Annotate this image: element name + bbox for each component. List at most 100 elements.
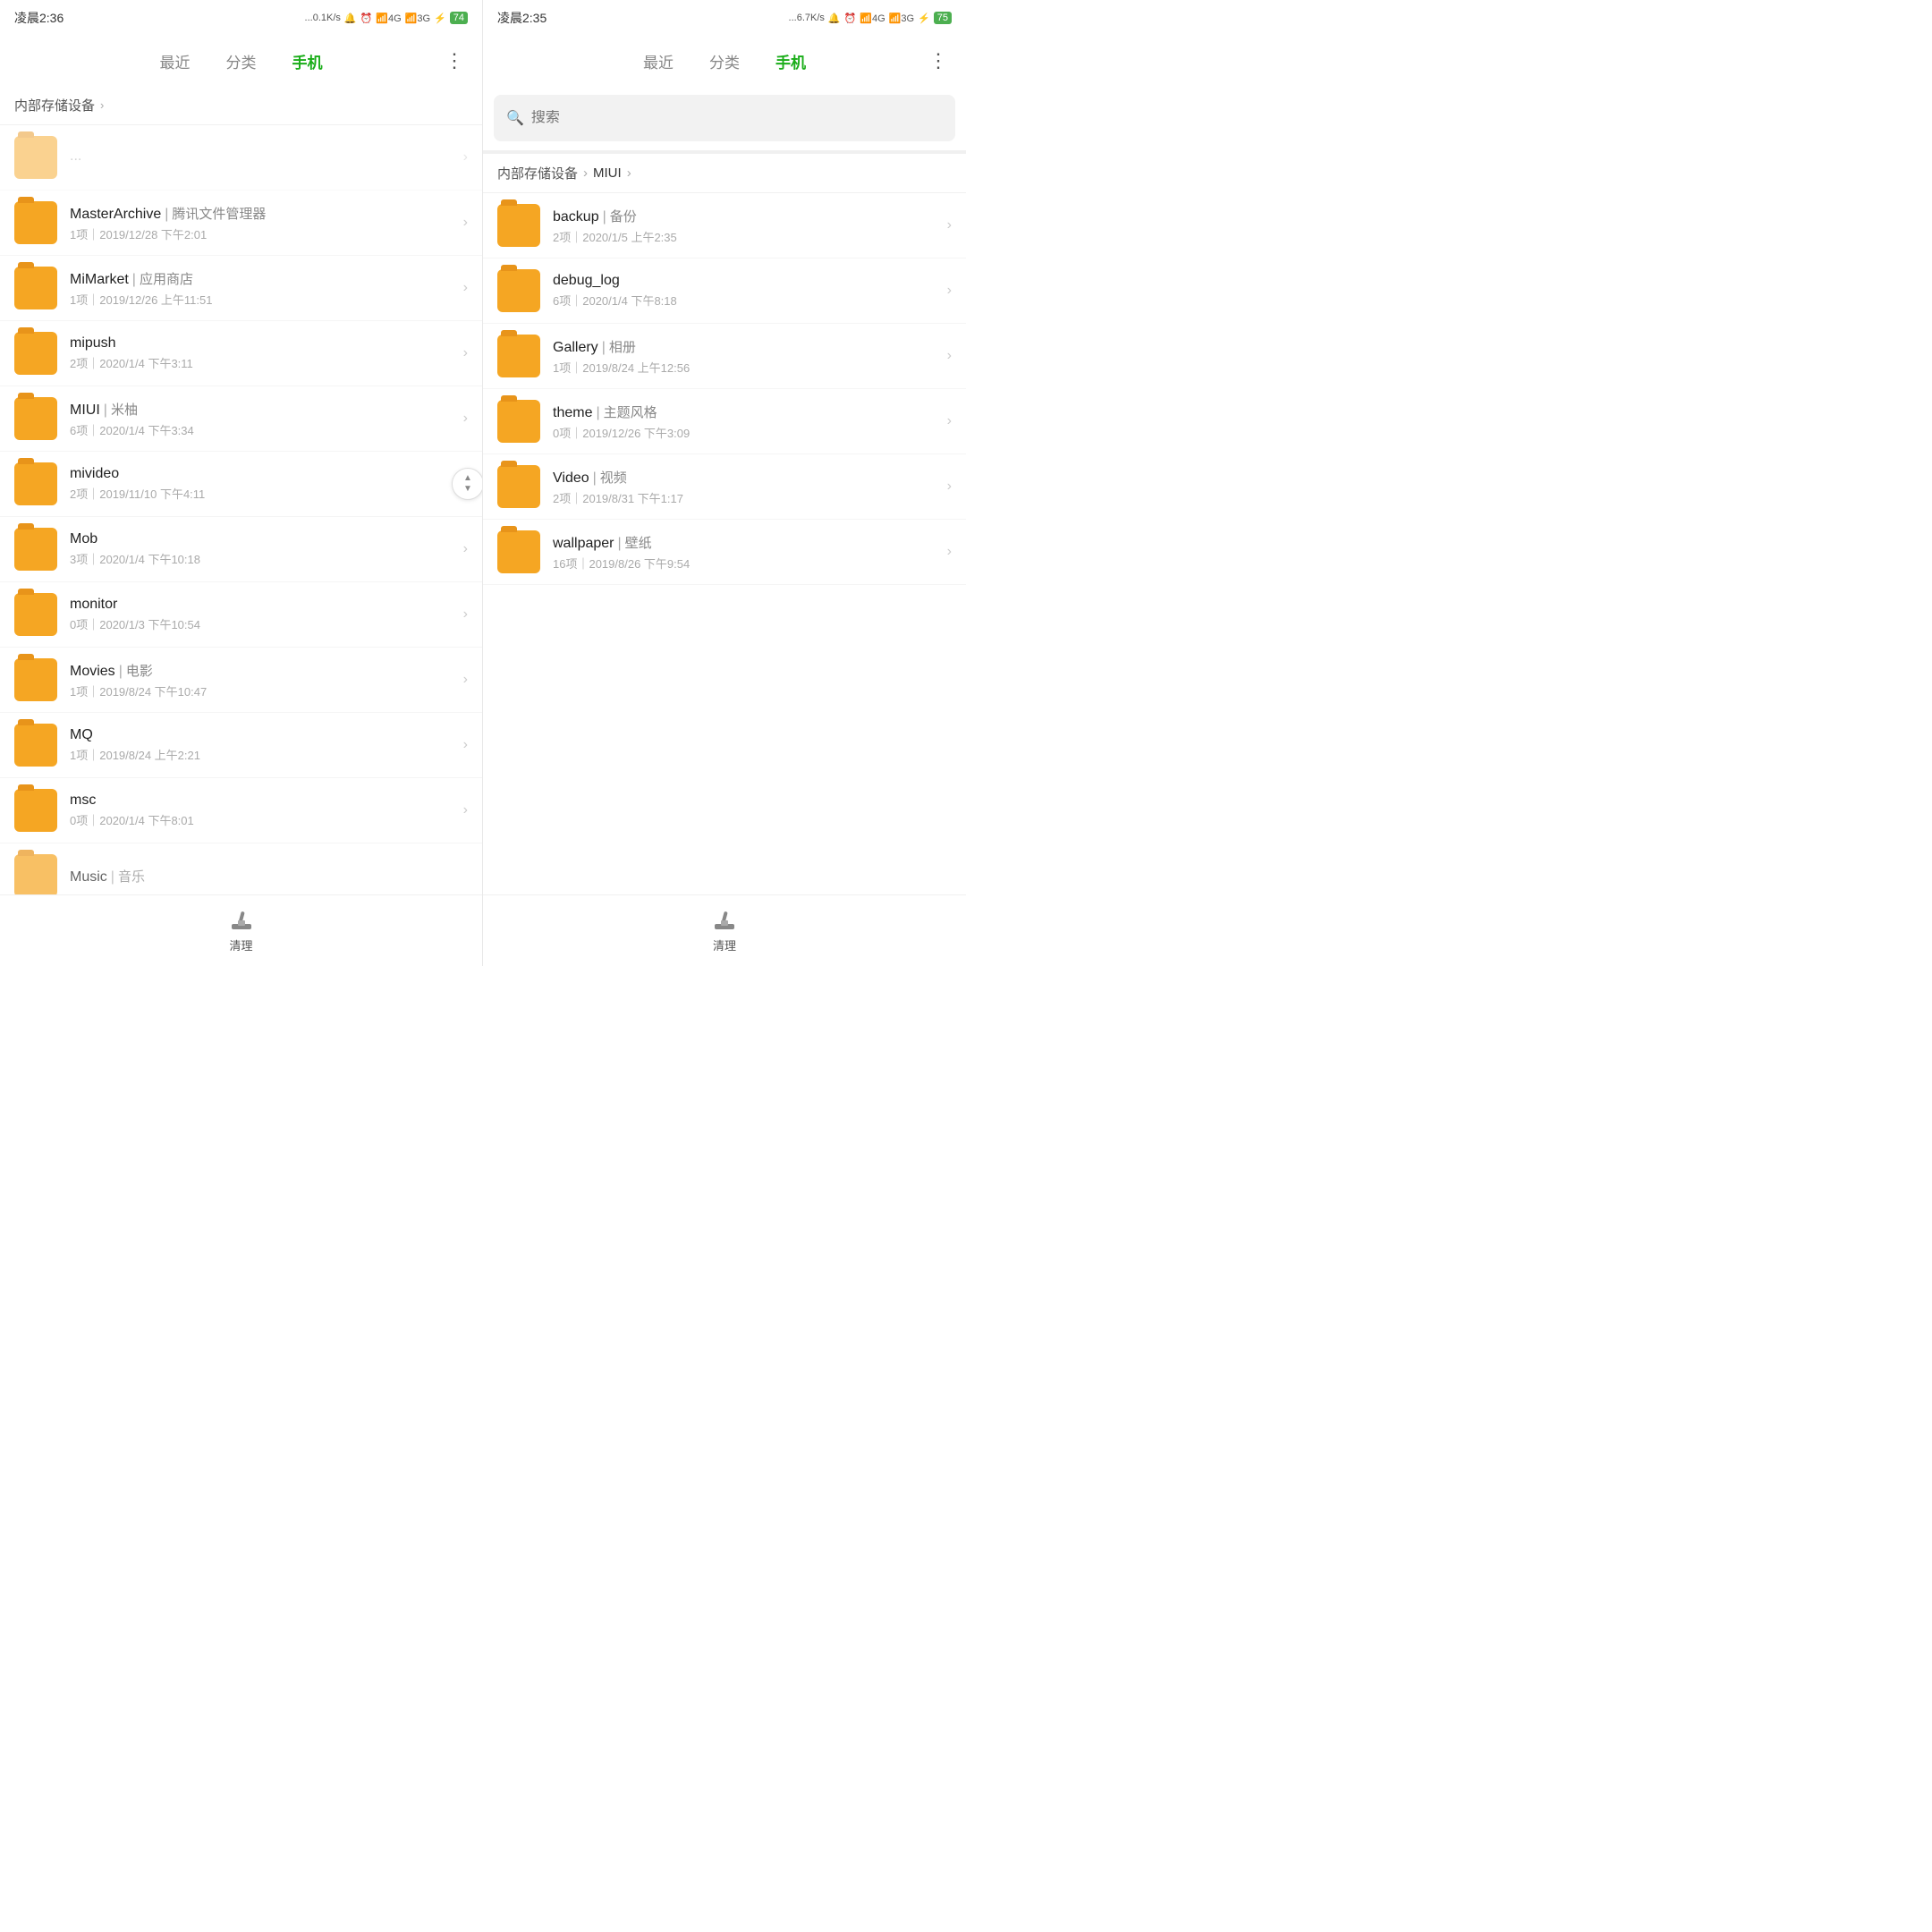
folder-chevron-masterarchive: › [463,215,468,231]
folder-info-gallery: Gallery|相册 1项｜2019/8/24 上午12:56 [553,337,940,376]
right-tab-recent[interactable]: 最近 [640,43,677,80]
folder-icon-mob [14,528,57,571]
folder-info-msc: msc 0项｜2020/1/4 下午8:01 [70,792,456,828]
right-more-button[interactable]: ⋮ [928,49,948,72]
folder-item-movies[interactable]: Movies|电影 1项｜2019/8/24 下午10:47 › [0,648,482,713]
folder-chevron-movies: › [463,672,468,688]
folder-item-wallpaper[interactable]: wallpaper|壁纸 16项｜2019/8/26 下午9:54 › [483,520,966,585]
folder-item-gallery[interactable]: Gallery|相册 1项｜2019/8/24 上午12:56 › [483,324,966,389]
left-panel: 凌晨2:36 ...0.1K/s 🔔 ⏰ 📶4G 📶3G ⚡ 74 最近 分类 … [0,0,483,966]
folder-item-mq[interactable]: MQ 1项｜2019/8/24 上午2:21 › [0,713,482,778]
folder-name-masterarchive: MasterArchive|腾讯文件管理器 [70,204,456,223]
left-clean-button[interactable]: 清理 [229,908,254,953]
right-tab-category[interactable]: 分类 [706,43,743,80]
folder-icon-masterarchive [14,201,57,244]
folder-meta-mq: 1项｜2019/8/24 上午2:21 [70,746,456,763]
folder-icon-miui [14,397,57,440]
folder-meta-mivideo: 2项｜2019/11/10 下午4:11 [70,485,456,502]
scroll-handle[interactable]: ▲ ▼ [452,468,482,500]
folder-item-partial[interactable]: ... › [0,125,482,191]
folder-item-mipush[interactable]: mipush 2项｜2020/1/4 下午3:11 › [0,321,482,386]
folder-item-mob[interactable]: Mob 3项｜2020/1/4 下午10:18 › [0,517,482,582]
folder-meta-debuglog: 6项｜2020/1/4 下午8:18 [553,292,940,309]
left-tab-phone[interactable]: 手机 [289,43,326,80]
folder-meta-theme: 0项｜2019/12/26 下午3:09 [553,424,940,441]
folder-icon-wallpaper [497,530,540,573]
folder-info-mipush: mipush 2项｜2020/1/4 下午3:11 [70,335,456,371]
folder-chevron-theme: › [947,413,952,429]
folder-meta-msc: 0项｜2020/1/4 下午8:01 [70,811,456,828]
right-breadcrumb[interactable]: 内部存储设备 › MIUI › [483,154,966,193]
folder-info-debuglog: debug_log 6项｜2020/1/4 下午8:18 [553,273,940,309]
right-status-time: 凌晨2:35 [497,9,547,27]
folder-meta-miui: 6项｜2020/1/4 下午3:34 [70,421,456,438]
folder-chevron-monitor: › [463,606,468,623]
folder-name-gallery: Gallery|相册 [553,337,940,356]
folder-icon-debuglog [497,269,540,312]
folder-info-backup: backup|备份 2项｜2020/1/5 上午2:35 [553,207,940,245]
left-more-button[interactable]: ⋮ [445,49,464,72]
folder-name-video: Video|视频 [553,468,940,487]
folder-chevron-video: › [947,479,952,495]
folder-chevron-debuglog: › [947,283,952,299]
folder-icon-backup [497,204,540,247]
folder-info-miui: MIUI|米柚 6项｜2020/1/4 下午3:34 [70,400,456,438]
left-clean-label: 清理 [229,936,252,953]
folder-item-debuglog[interactable]: debug_log 6项｜2020/1/4 下午8:18 › [483,258,966,324]
left-tab-category[interactable]: 分类 [223,43,260,80]
folder-name-backup: backup|备份 [553,207,940,225]
folder-chevron-mipush: › [463,345,468,361]
folder-icon-video [497,465,540,508]
right-search-bar[interactable]: 🔍 [494,95,955,141]
folder-meta-mimarket: 1项｜2019/12/26 上午11:51 [70,291,456,308]
folder-name-mivideo: mivideo [70,466,456,482]
folder-meta-mob: 3项｜2020/1/4 下午10:18 [70,550,456,567]
folder-chevron-gallery: › [947,348,952,364]
folder-info-wallpaper: wallpaper|壁纸 16项｜2019/8/26 下午9:54 [553,533,940,572]
folder-item-monitor[interactable]: monitor 0项｜2020/1/3 下午10:54 › [0,582,482,648]
folder-icon-msc [14,789,57,832]
right-signal-text: ...6.7K/s [789,13,825,23]
right-status-bar: 凌晨2:35 ...6.7K/s 🔔 ⏰ 📶4G 📶3G ⚡ 75 [483,0,966,36]
folder-item-mimarket[interactable]: MiMarket|应用商店 1项｜2019/12/26 上午11:51 › [0,256,482,321]
right-breadcrumb-arrow: › [627,165,631,181]
left-breadcrumb-text: 内部存储设备 [14,96,95,114]
folder-icon-theme [497,400,540,443]
folder-item-mivideo[interactable]: mivideo 2项｜2019/11/10 下午4:11 › ▲ ▼ [0,452,482,517]
left-tab-recent[interactable]: 最近 [157,43,194,80]
left-breadcrumb-arrow: › [100,98,104,112]
folder-icon-mq [14,724,57,767]
folder-icon-mimarket [14,267,57,309]
folder-icon-music [14,854,57,894]
right-tab-phone[interactable]: 手机 [772,43,809,80]
folder-meta-monitor: 0项｜2020/1/3 下午10:54 [70,615,456,632]
folder-item-music[interactable]: Music|音乐 [0,843,482,894]
folder-meta-movies: 1项｜2019/8/24 下午10:47 [70,682,456,699]
folder-meta-video: 2项｜2019/8/31 下午1:17 [553,489,940,506]
folder-item-backup[interactable]: backup|备份 2项｜2020/1/5 上午2:35 › [483,193,966,258]
folder-icon-movies [14,658,57,701]
search-input[interactable] [531,110,943,126]
folder-item-miui[interactable]: MIUI|米柚 6项｜2020/1/4 下午3:34 › [0,386,482,452]
folder-name-debuglog: debug_log [553,273,940,289]
folder-info-masterarchive: MasterArchive|腾讯文件管理器 1项｜2019/12/28 下午2:… [70,204,456,242]
folder-name-mob: Mob [70,531,456,547]
right-bottom-bar: 清理 [483,894,966,966]
right-folder-list: backup|备份 2项｜2020/1/5 上午2:35 › debug_log… [483,193,966,894]
folder-name-mimarket: MiMarket|应用商店 [70,269,456,288]
folder-icon-mipush [14,332,57,375]
folder-icon-partial [14,136,57,179]
folder-item-theme[interactable]: theme|主题风格 0项｜2019/12/26 下午3:09 › [483,389,966,454]
folder-name-msc: msc [70,792,456,809]
folder-name-theme: theme|主题风格 [553,402,940,421]
left-signal-text: ...0.1K/s [305,13,341,23]
left-status-time: 凌晨2:36 [14,9,64,27]
folder-item-msc[interactable]: msc 0项｜2020/1/4 下午8:01 › [0,778,482,843]
folder-item-masterarchive[interactable]: MasterArchive|腾讯文件管理器 1项｜2019/12/28 下午2:… [0,191,482,256]
folder-info-mimarket: MiMarket|应用商店 1项｜2019/12/26 上午11:51 [70,269,456,308]
left-breadcrumb[interactable]: 内部存储设备 › [0,86,482,125]
folder-item-video[interactable]: Video|视频 2项｜2019/8/31 下午1:17 › [483,454,966,520]
folder-meta-mipush: 2项｜2020/1/4 下午3:11 [70,354,456,371]
folder-chevron-backup: › [947,217,952,233]
right-clean-button[interactable]: 清理 [712,908,737,953]
